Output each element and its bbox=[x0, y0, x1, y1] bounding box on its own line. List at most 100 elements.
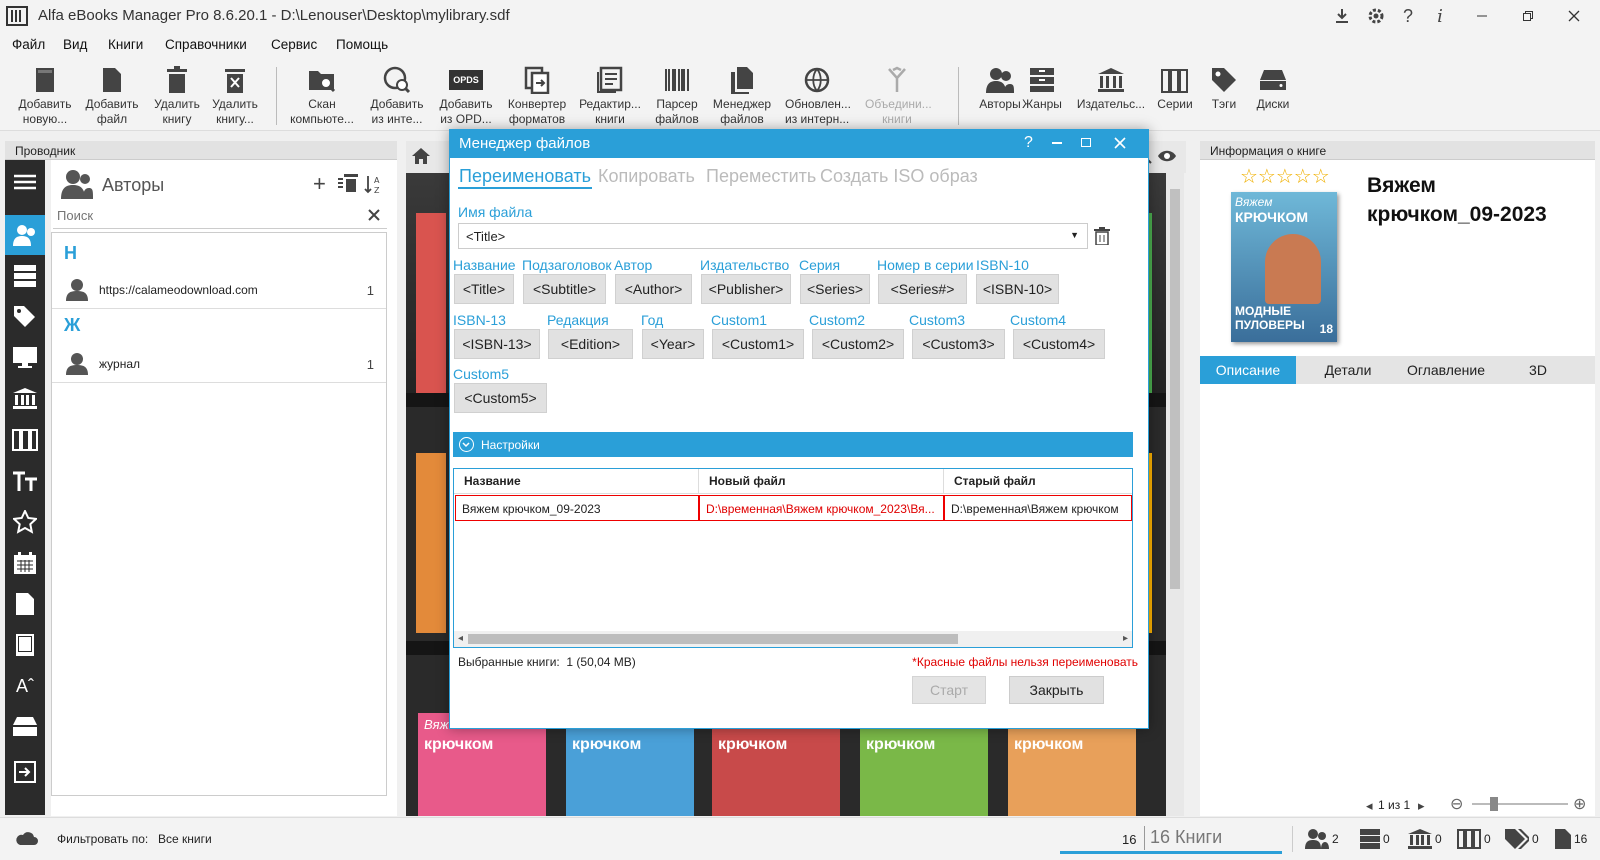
download-icon[interactable] bbox=[1330, 4, 1354, 28]
search-input[interactable] bbox=[53, 203, 353, 228]
tab-rename[interactable]: Переименовать bbox=[459, 166, 591, 187]
chevron-down-icon[interactable]: ▼ bbox=[1070, 230, 1079, 240]
scan-computer-button[interactable]: Скан компьюте... bbox=[290, 65, 354, 129]
token-author-button[interactable]: <Author> bbox=[615, 274, 692, 304]
token-series-button[interactable]: <Series> bbox=[800, 274, 870, 304]
menu-file[interactable]: Файл bbox=[12, 37, 45, 52]
tab-contents[interactable]: Оглавление bbox=[1396, 356, 1496, 384]
sort-icon[interactable]: AZ bbox=[364, 174, 384, 194]
merge-books-button[interactable]: Объедини... книги bbox=[865, 65, 932, 129]
grid-header[interactable]: Новый файл bbox=[699, 469, 944, 494]
clear-search-icon[interactable] bbox=[367, 208, 381, 222]
token-custom3-button[interactable]: <Custom3> bbox=[912, 329, 1005, 359]
grid-header[interactable]: Старый файл bbox=[944, 469, 1132, 494]
cloud-icon[interactable] bbox=[14, 830, 38, 846]
start-button[interactable]: Старт bbox=[912, 676, 986, 704]
pager-prev-icon[interactable]: ◂ bbox=[1366, 798, 1373, 814]
restore-icon[interactable] bbox=[1516, 4, 1540, 28]
help-icon[interactable]: ? bbox=[1396, 4, 1420, 28]
token-custom2-button[interactable]: <Custom2> bbox=[812, 329, 904, 359]
token-custom5-button[interactable]: <Custom5> bbox=[454, 383, 547, 413]
file-parser-button[interactable]: Парсер файлов bbox=[645, 65, 709, 129]
tags-icon[interactable] bbox=[5, 297, 45, 337]
settings-expander[interactable]: Настройки bbox=[453, 432, 1133, 457]
token-custom1-button[interactable]: <Custom1> bbox=[712, 329, 804, 359]
file-manager-button[interactable]: Менеджер файлов bbox=[710, 65, 774, 129]
filename-combobox[interactable]: <Title> ▼ bbox=[458, 223, 1088, 249]
home-icon[interactable] bbox=[412, 148, 430, 164]
table-row[interactable]: Вяжем крючком_09-2023 bbox=[455, 495, 699, 521]
minimize-icon[interactable] bbox=[1470, 4, 1494, 28]
token-isbn10-button[interactable]: <ISBN-10> bbox=[976, 274, 1059, 304]
authors-icon[interactable] bbox=[5, 215, 45, 255]
list-item[interactable]: журнал 1 bbox=[52, 345, 386, 383]
token-year-button[interactable]: <Year> bbox=[642, 329, 704, 359]
menu-books[interactable]: Книги bbox=[108, 37, 143, 52]
add-file-button[interactable]: Добавить файл bbox=[80, 65, 144, 129]
star-outline-icon[interactable] bbox=[5, 502, 45, 542]
gear-icon[interactable] bbox=[1364, 4, 1388, 28]
publishers-button[interactable]: Издательс... bbox=[1076, 65, 1146, 129]
search-box[interactable] bbox=[53, 203, 387, 229]
publishers-counter[interactable]: 0 bbox=[1408, 826, 1442, 852]
text-size-icon[interactable] bbox=[5, 461, 45, 501]
grid-hscrollbar[interactable]: ◂ ▸ bbox=[454, 631, 1132, 647]
series-button[interactable]: Серии bbox=[1150, 65, 1200, 129]
disks-button[interactable]: Диски bbox=[1248, 65, 1298, 129]
add-from-internet-button[interactable]: Добавить из инте... bbox=[365, 65, 429, 129]
grid-cell-new-file[interactable]: D:\временная\Вяжем крючком_2023\Вя... bbox=[699, 495, 944, 521]
zoom-slider[interactable] bbox=[1472, 797, 1568, 811]
delete-book-button[interactable]: Удалить книгу bbox=[145, 65, 209, 129]
hamburger-icon[interactable] bbox=[5, 162, 45, 202]
files-counter[interactable]: 16 bbox=[1555, 826, 1587, 852]
dialog-help-icon[interactable]: ? bbox=[1024, 134, 1033, 152]
token-title-button[interactable]: <Title> bbox=[454, 274, 514, 304]
token-custom4-button[interactable]: <Custom4> bbox=[1013, 329, 1105, 359]
book-cover[interactable] bbox=[416, 453, 446, 633]
calendar-icon[interactable] bbox=[5, 543, 45, 583]
file-icon[interactable] bbox=[5, 584, 45, 624]
dialog-close-icon[interactable] bbox=[1114, 137, 1126, 149]
grid-header[interactable]: Название bbox=[454, 469, 699, 494]
filter-value[interactable]: Все книги bbox=[158, 832, 212, 846]
edit-books-button[interactable]: Редактир... книги bbox=[578, 65, 642, 129]
translate-icon[interactable]: Aˆ bbox=[5, 666, 45, 706]
menu-references[interactable]: Справочники bbox=[165, 37, 247, 52]
delete-book-files-button[interactable]: Удалить книгу... bbox=[203, 65, 267, 129]
token-series-number-button[interactable]: <Series#> bbox=[878, 274, 967, 304]
exit-icon[interactable] bbox=[5, 752, 45, 792]
token-edition-button[interactable]: <Edition> bbox=[548, 329, 633, 359]
tab-description[interactable]: Описание bbox=[1200, 356, 1296, 384]
zoom-out-icon[interactable]: ⊖ bbox=[1450, 794, 1463, 814]
publisher-icon[interactable] bbox=[5, 379, 45, 419]
menu-help[interactable]: Помощь bbox=[336, 37, 388, 52]
dialog-maximize-icon[interactable] bbox=[1081, 138, 1091, 147]
close-icon[interactable] bbox=[1562, 4, 1586, 28]
token-isbn13-button[interactable]: <ISBN-13> bbox=[454, 329, 540, 359]
genres-counter[interactable]: 0 bbox=[1360, 826, 1390, 852]
disk-icon[interactable] bbox=[5, 707, 45, 747]
eye-icon[interactable] bbox=[1158, 149, 1176, 163]
tab-details[interactable]: Детали bbox=[1300, 356, 1396, 384]
list-item[interactable]: https://calameodownload.com 1 bbox=[52, 271, 386, 309]
book-icon[interactable] bbox=[5, 625, 45, 665]
add-author-icon[interactable]: + bbox=[313, 173, 326, 195]
tags-button[interactable]: Тэги bbox=[1202, 65, 1246, 129]
add-from-opds-button[interactable]: OPDS Добавить из OPD... bbox=[434, 65, 498, 129]
delete-list-icon[interactable] bbox=[338, 174, 358, 192]
tab-move[interactable]: Переместить bbox=[706, 166, 816, 187]
menu-service[interactable]: Сервис bbox=[271, 37, 317, 52]
format-converter-button[interactable]: Конвертер форматов bbox=[505, 65, 569, 129]
series-icon[interactable] bbox=[5, 420, 45, 460]
tab-3d[interactable]: 3D bbox=[1498, 356, 1578, 384]
books-scrollbar[interactable] bbox=[1166, 173, 1184, 816]
series-counter[interactable]: 0 bbox=[1457, 826, 1491, 852]
update-from-internet-button[interactable]: Обновлен... из интерн... bbox=[785, 65, 851, 129]
monitor-icon[interactable] bbox=[5, 338, 45, 378]
tab-copy[interactable]: Копировать bbox=[598, 166, 695, 187]
token-subtitle-button[interactable]: <Subtitle> bbox=[523, 274, 606, 304]
trash-icon[interactable] bbox=[1094, 227, 1110, 245]
token-publisher-button[interactable]: <Publisher> bbox=[701, 274, 791, 304]
menu-view[interactable]: Вид bbox=[63, 37, 87, 52]
genres-icon[interactable] bbox=[5, 256, 45, 296]
